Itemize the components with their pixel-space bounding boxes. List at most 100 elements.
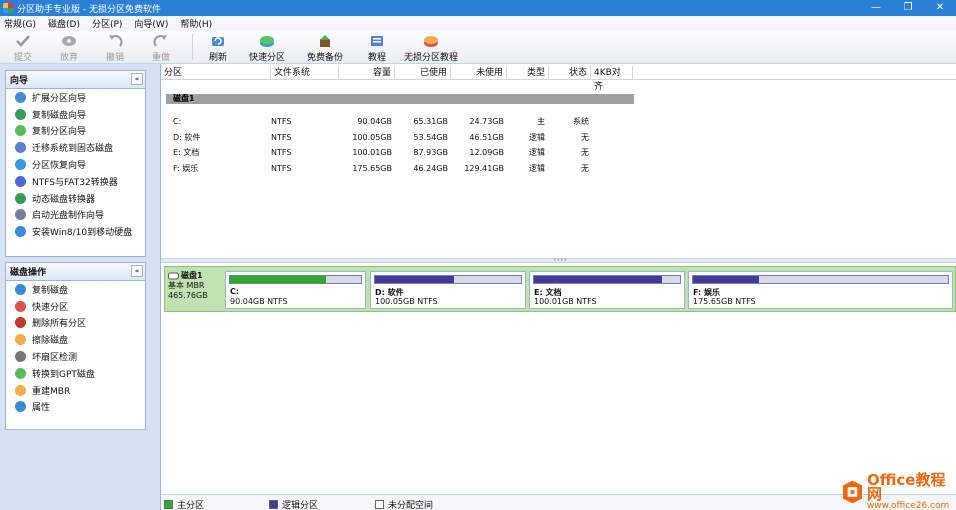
toolbar: 提交 放弃 撤销 重做 刷新 快速分区 免费备份 教程 无损分区教程: [0, 31, 956, 64]
tutorial-label: 教程: [367, 53, 386, 63]
wizard-item[interactable]: 分区恢复向导: [6, 156, 145, 173]
maximize-button[interactable]: ❐: [892, 0, 924, 16]
wizard-item[interactable]: 复制磁盘向导: [6, 106, 145, 123]
check-icon: [15, 34, 31, 48]
partition-block[interactable]: F: 娱乐 175.65GB NTFS: [688, 271, 953, 309]
menu-general[interactable]: 常规(G): [4, 17, 36, 30]
wizard-item-icon: [15, 142, 26, 154]
menu-wizard[interactable]: 向导(W): [134, 17, 168, 30]
disk-ops-list: 复制磁盘快速分区 删除所有分区 擦除磁盘 坏扇区检测 转换到GPT磁盘 重建MBR 属性: [6, 281, 145, 415]
toolbar-separator: [192, 34, 193, 60]
disk-info[interactable]: 磁盘1 基本 MBR 465.76GB: [168, 271, 221, 309]
disk-type: 基本 MBR: [168, 281, 205, 290]
cell-type: 逻辑: [529, 148, 545, 157]
col-type[interactable]: 类型: [507, 66, 549, 80]
wizard-item[interactable]: 动态磁盘转换器: [6, 190, 145, 207]
left-pane: 向导 « 扩展分区向导复制磁盘向导复制分区向导 迁移系统到固态磁盘 分区恢复向导 NT…: [0, 64, 160, 510]
cell-name: D: 软件: [173, 132, 201, 142]
wizard-item[interactable]: 安装Win8/10到移动硬盘: [6, 223, 145, 240]
cell-used: 87.93GB: [413, 148, 448, 157]
disk-op-item[interactable]: 坏扇区检测: [6, 348, 145, 365]
disk-op-item-icon: [15, 283, 26, 295]
watermark-title: Office教程网: [866, 471, 946, 503]
disk-op-item-icon: [15, 300, 26, 312]
quick-partition-button[interactable]: 快速分区: [239, 31, 295, 64]
wizard-item-label: 安装Win8/10到移动硬盘: [32, 228, 133, 239]
usage-fill: [375, 276, 454, 283]
legend-unallocated: 未分配空间: [375, 498, 433, 510]
col-4k-align[interactable]: 4KB对齐: [591, 66, 633, 92]
disk-op-item[interactable]: 复制磁盘: [6, 281, 145, 298]
wizard-item[interactable]: 复制分区向导: [6, 123, 145, 140]
col-partition[interactable]: 分区: [161, 66, 271, 80]
wizard-item-label: 复制磁盘向导: [32, 110, 87, 121]
col-filesystem[interactable]: 文件系统: [271, 66, 339, 80]
lossless-tutorial-button[interactable]: 无损分区教程: [399, 31, 463, 64]
disk-ops-group-header[interactable]: 磁盘操作 «: [6, 263, 145, 281]
col-used[interactable]: 已使用: [395, 66, 451, 80]
disk-op-item[interactable]: 转换到GPT磁盘: [6, 365, 145, 382]
cell-name: F: 娱乐: [173, 163, 199, 173]
table-row[interactable]: E: 文档 NTFS 100.01GB 87.93GB 12.09GB 逻辑 无: [161, 145, 956, 160]
disk-op-item-label: 复制磁盘: [32, 285, 69, 296]
free-backup-button[interactable]: 免费备份: [295, 31, 355, 64]
col-free[interactable]: 未使用: [451, 66, 507, 80]
cell-fs: NTFS: [271, 163, 292, 173]
menu-disk[interactable]: 磁盘(D): [48, 17, 80, 30]
partition-block[interactable]: D: 软件 100.05GB NTFS: [370, 271, 526, 309]
disk-icon: [168, 272, 179, 280]
cell-used: 53.54GB: [413, 132, 448, 142]
col-capacity[interactable]: 容量: [339, 66, 395, 80]
lossless-tutorial-label: 无损分区教程: [403, 53, 458, 63]
disk-map[interactable]: 磁盘1 基本 MBR 465.76GB C: 90.04GB NTFS D: 软件 1…: [164, 266, 956, 312]
disk-op-item[interactable]: 删除所有分区: [6, 315, 145, 332]
wizard-item[interactable]: 启动光盘制作向导: [6, 207, 145, 224]
menu-partition[interactable]: 分区(P): [92, 17, 122, 30]
cell-used: 46.24GB: [413, 163, 448, 173]
quick-partition-icon: [259, 34, 275, 48]
partition-block[interactable]: E: 文档 100.01GB NTFS: [529, 271, 685, 309]
collapse-icon[interactable]: «: [131, 73, 143, 85]
tutorial-button[interactable]: 教程: [355, 31, 399, 64]
disk-header-row[interactable]: 磁盘1: [166, 94, 634, 104]
window-title: 分区助手专业版 - 无损分区免费软件: [17, 4, 161, 15]
disk-op-item[interactable]: 重建MBR: [6, 382, 145, 399]
disk-op-item[interactable]: 属性: [6, 399, 145, 416]
discard-button[interactable]: 放弃: [46, 31, 92, 64]
redo-label: 重做: [151, 53, 170, 63]
redo-button[interactable]: 重做: [138, 31, 184, 64]
table-row[interactable]: F: 娱乐 NTFS 175.65GB 46.24GB 129.41GB 逻辑 无: [161, 161, 956, 176]
disk-op-item[interactable]: 擦除磁盘: [6, 331, 145, 348]
legend: 主分区 逻辑分区 未分配空间: [161, 494, 956, 510]
wizard-item-icon: [15, 125, 26, 137]
wizard-item[interactable]: 扩展分区向导: [6, 89, 145, 106]
undo-button[interactable]: 撤销: [92, 31, 138, 64]
disk-ops-group-title: 磁盘操作: [10, 268, 47, 278]
menu-help[interactable]: 帮助(H): [180, 17, 212, 30]
wizard-item[interactable]: 迁移系统到固态磁盘: [6, 139, 145, 156]
cell-capacity: 90.04GB: [357, 117, 392, 126]
minimize-button[interactable]: —: [860, 0, 892, 16]
office-logo-icon: [842, 480, 862, 504]
legend-primary-label: 主分区: [177, 501, 205, 510]
table-row[interactable]: D: 软件 NTFS 100.05GB 53.54GB 46.51GB 逻辑 无: [161, 130, 956, 145]
collapse-icon[interactable]: «: [131, 265, 143, 277]
wizard-item[interactable]: NTFS与FAT32转换器: [6, 173, 145, 190]
disk-ops-group: 磁盘操作 « 复制磁盘快速分区 删除所有分区 擦除磁盘 坏扇区检测 转换到GPT磁盘 重建…: [5, 262, 146, 430]
redo-icon: [153, 34, 169, 48]
apply-button[interactable]: 提交: [0, 31, 46, 64]
pane-splitter[interactable]: ••••: [161, 258, 956, 264]
menu-bar: 常规(G) 磁盘(D) 分区(P) 向导(W) 帮助(H): [0, 16, 956, 31]
wizard-group-header[interactable]: 向导 «: [6, 71, 145, 89]
backup-icon: [317, 34, 333, 48]
partition-block[interactable]: C: 90.04GB NTFS: [225, 271, 366, 309]
partition-info: 100.01GB NTFS: [534, 297, 597, 306]
disk-op-item[interactable]: 快速分区: [6, 298, 145, 315]
table-row[interactable]: C: NTFS 90.04GB 65.31GB 24.73GB 主 系统: [161, 114, 956, 129]
close-button[interactable]: ✕: [924, 0, 956, 16]
refresh-button[interactable]: 刷新: [201, 31, 235, 64]
col-status[interactable]: 状态: [549, 66, 591, 80]
cell-fs: NTFS: [271, 148, 292, 157]
usage-bar: [533, 275, 681, 284]
cell-name: E: 文档: [173, 148, 200, 157]
